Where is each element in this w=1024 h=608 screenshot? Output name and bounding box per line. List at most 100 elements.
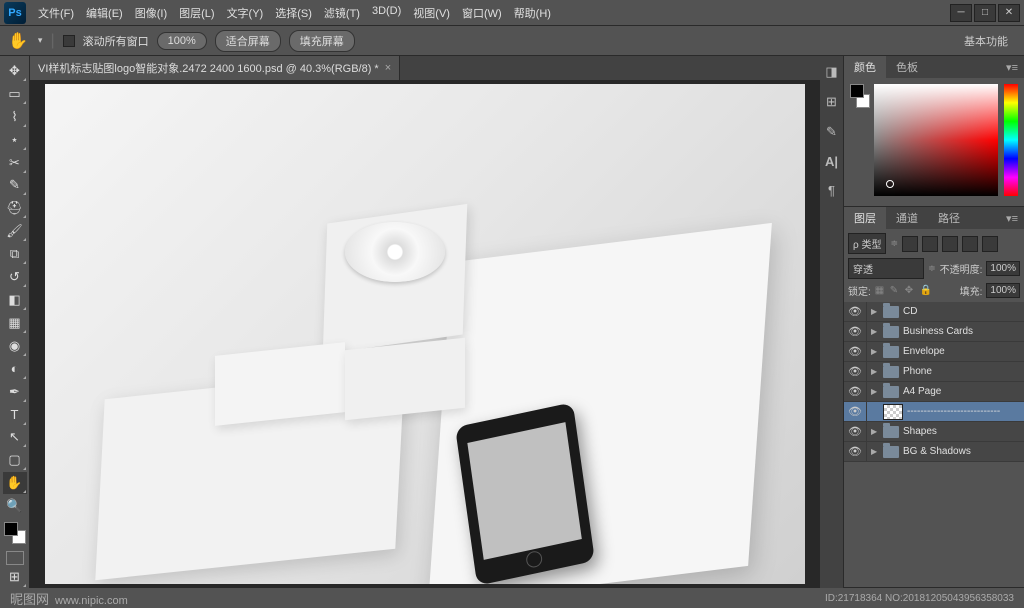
swatches-tab[interactable]: 色板 — [886, 56, 928, 78]
visibility-toggle[interactable]: 👁 — [848, 345, 862, 358]
close-button[interactable]: ✕ — [998, 4, 1020, 22]
layer-row[interactable]: 👁---------------------------- — [844, 402, 1024, 422]
blur-tool[interactable]: ◉ — [3, 335, 27, 357]
visibility-toggle[interactable]: 👁 — [848, 445, 862, 458]
tool-preset-dropdown[interactable]: ▾ — [38, 35, 43, 46]
layer-row[interactable]: 👁▶Shapes — [844, 422, 1024, 442]
lock-pixels-icon[interactable]: ✎ — [890, 285, 902, 297]
expand-arrow-icon[interactable]: ▶ — [871, 387, 879, 396]
tab-close-icon[interactable]: × — [385, 62, 391, 74]
history-brush-tool[interactable]: ↺ — [3, 266, 27, 288]
magic-wand-tool[interactable]: ⋆ — [3, 129, 27, 151]
layer-row[interactable]: 👁▶Business Cards — [844, 322, 1024, 342]
expand-arrow-icon[interactable]: ▶ — [871, 447, 879, 456]
menu-item[interactable]: 图层(L) — [173, 1, 220, 25]
color-field[interactable] — [874, 84, 998, 196]
marquee-tool[interactable]: ▭ — [3, 83, 27, 105]
visibility-toggle[interactable]: 👁 — [848, 425, 862, 438]
history-panel-icon[interactable]: ◨ — [825, 64, 837, 80]
filter-shape-icon[interactable] — [962, 236, 978, 252]
character-panel-icon[interactable]: A| — [825, 154, 838, 169]
filter-type-icon[interactable] — [942, 236, 958, 252]
expand-arrow-icon[interactable]: ▶ — [871, 427, 879, 436]
hue-slider[interactable] — [1004, 84, 1018, 196]
layer-filter-type[interactable]: ρ 类型 — [848, 233, 886, 254]
opacity-input[interactable]: 100% — [986, 261, 1020, 276]
brush-panel-icon[interactable]: ✎ — [826, 124, 837, 140]
path-selection-tool[interactable]: ↖ — [3, 427, 27, 449]
zoom-tool[interactable]: 🔍 — [3, 495, 27, 517]
fill-input[interactable]: 100% — [986, 283, 1020, 298]
visibility-toggle[interactable]: 👁 — [848, 365, 862, 378]
properties-panel-icon[interactable]: ⊞ — [826, 94, 837, 110]
lock-transparency-icon[interactable]: ▦ — [875, 285, 887, 297]
quick-mask-toggle[interactable] — [6, 551, 24, 565]
brush-tool[interactable]: 🖌 — [3, 220, 27, 242]
menu-item[interactable]: 编辑(E) — [80, 1, 129, 25]
expand-arrow-icon[interactable]: ▶ — [871, 327, 879, 336]
menu-item[interactable]: 文字(Y) — [221, 1, 270, 25]
layer-row[interactable]: 👁▶Phone — [844, 362, 1024, 382]
screen-mode-toggle[interactable]: ⊞ — [3, 566, 27, 588]
visibility-toggle[interactable]: 👁 — [848, 305, 862, 318]
crop-tool[interactable]: ✂ — [3, 152, 27, 174]
blend-mode-select[interactable]: 穿透 — [848, 258, 924, 279]
menu-item[interactable]: 选择(S) — [269, 1, 318, 25]
fill-screen-button[interactable]: 填充屏幕 — [289, 30, 355, 52]
scroll-all-checkbox[interactable] — [63, 35, 75, 47]
layer-row[interactable]: 👁▶BG & Shadows — [844, 442, 1024, 462]
expand-arrow-icon[interactable]: ▶ — [871, 307, 879, 316]
layer-row[interactable]: 👁▶A4 Page — [844, 382, 1024, 402]
paths-tab[interactable]: 路径 — [928, 207, 970, 229]
menu-item[interactable]: 3D(D) — [366, 1, 407, 25]
window-controls: ─ □ ✕ — [950, 4, 1020, 22]
type-tool[interactable]: T — [3, 404, 27, 426]
menu-item[interactable]: 视图(V) — [407, 1, 456, 25]
filter-smart-icon[interactable] — [982, 236, 998, 252]
gradient-tool[interactable]: ▦ — [3, 312, 27, 334]
move-tool[interactable]: ✥ — [3, 60, 27, 82]
filter-adjustment-icon[interactable] — [922, 236, 938, 252]
menu-item[interactable]: 图像(I) — [129, 1, 173, 25]
expand-arrow-icon[interactable]: ▶ — [871, 347, 879, 356]
visibility-toggle[interactable]: 👁 — [848, 385, 862, 398]
maximize-button[interactable]: □ — [974, 4, 996, 22]
hand-tool[interactable]: ✋ — [3, 472, 27, 494]
minimize-button[interactable]: ─ — [950, 4, 972, 22]
foreground-color-swatch[interactable] — [4, 522, 18, 536]
visibility-toggle[interactable]: 👁 — [848, 325, 862, 338]
workspace-selector[interactable]: 基本功能 — [956, 31, 1016, 51]
eyedropper-tool[interactable]: ✎ — [3, 175, 27, 197]
lasso-tool[interactable]: ⌇ — [3, 106, 27, 128]
layers-tab[interactable]: 图层 — [844, 207, 886, 229]
opacity-label: 不透明度: — [940, 261, 983, 276]
dodge-tool[interactable]: ◐ — [3, 358, 27, 380]
shape-tool[interactable]: ▢ — [3, 449, 27, 471]
clone-stamp-tool[interactable]: ⧉ — [3, 243, 27, 265]
foreground-background-colors[interactable] — [4, 522, 26, 544]
menu-item[interactable]: 滤镜(T) — [318, 1, 366, 25]
lock-all-icon[interactable]: 🔒 — [920, 285, 932, 297]
lock-position-icon[interactable]: ✥ — [905, 285, 917, 297]
layers-panel-menu-icon[interactable]: ▾≡ — [1000, 212, 1024, 225]
menu-item[interactable]: 文件(F) — [32, 1, 80, 25]
filter-pixel-icon[interactable] — [902, 236, 918, 252]
color-panel-swatches[interactable] — [850, 84, 868, 114]
channels-tab[interactable]: 通道 — [886, 207, 928, 229]
pen-tool[interactable]: ✒ — [3, 381, 27, 403]
menu-item[interactable]: 帮助(H) — [508, 1, 557, 25]
healing-brush-tool[interactable]: ⛑ — [3, 197, 27, 219]
paragraph-panel-icon[interactable]: ¶ — [828, 183, 835, 198]
layer-row[interactable]: 👁▶CD — [844, 302, 1024, 322]
canvas-viewport[interactable] — [30, 80, 820, 588]
zoom-100-button[interactable]: 100% — [157, 32, 207, 50]
menu-item[interactable]: 窗口(W) — [456, 1, 508, 25]
color-tab[interactable]: 颜色 — [844, 56, 886, 78]
document-tab[interactable]: VI样机标志贴图logo智能对象.2472 2400 1600.psd @ 40… — [30, 56, 400, 80]
layer-row[interactable]: 👁▶Envelope — [844, 342, 1024, 362]
visibility-toggle[interactable]: 👁 — [848, 405, 862, 418]
fit-screen-button[interactable]: 适合屏幕 — [215, 30, 281, 52]
eraser-tool[interactable]: ◧ — [3, 289, 27, 311]
expand-arrow-icon[interactable]: ▶ — [871, 367, 879, 376]
color-panel-menu-icon[interactable]: ▾≡ — [1000, 61, 1024, 74]
